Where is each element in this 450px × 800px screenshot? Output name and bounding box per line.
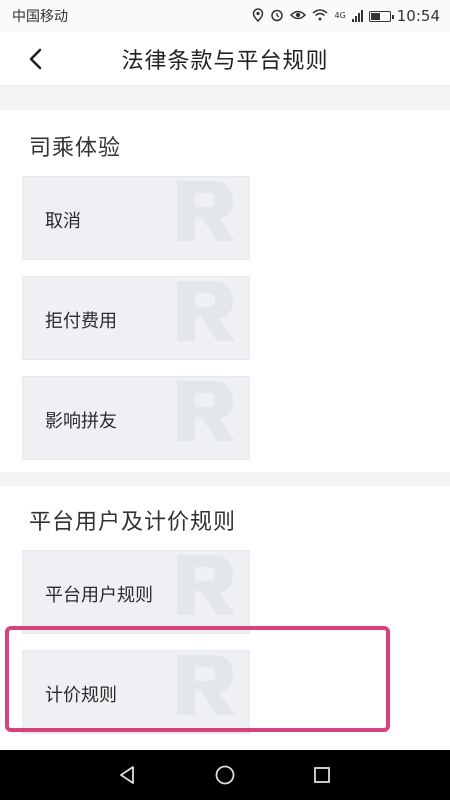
- eye-icon: [290, 9, 307, 24]
- rule-card-platform-user[interactable]: 平台用户规则: [22, 550, 250, 634]
- carrier-label: 中国移动: [12, 9, 68, 25]
- network-type-label: 4G: [334, 11, 346, 20]
- section-title: 司乘体验: [29, 136, 122, 161]
- system-home-button[interactable]: [205, 755, 245, 795]
- section-platform-pricing: 平台用户及计价规则 平台用户规则 计价规则: [0, 486, 450, 750]
- system-back-button[interactable]: [108, 755, 148, 795]
- chevron-left-icon: [29, 48, 42, 70]
- location-icon: [252, 7, 264, 25]
- back-triangle-icon: [120, 766, 135, 784]
- brand-logo-watermark-icon: [177, 181, 235, 241]
- recents-square-icon: [313, 767, 330, 783]
- brand-logo-watermark-icon: [177, 281, 235, 341]
- status-bar: 中国移动 4G 10:54: [0, 0, 450, 32]
- card-label: 拒付费用: [45, 311, 117, 332]
- section-ride-experience: 司乘体验 取消 拒付费用 影响拼友: [0, 110, 450, 472]
- section-divider: [0, 86, 450, 110]
- home-circle-icon: [215, 765, 235, 785]
- card-label: 计价规则: [45, 685, 117, 706]
- system-navigation-bar: [0, 750, 450, 800]
- brand-logo-watermark-icon: [177, 555, 235, 615]
- system-recents-button[interactable]: [302, 755, 342, 795]
- rule-card-pricing[interactable]: 计价规则: [22, 650, 250, 734]
- brand-logo-watermark-icon: [177, 655, 235, 715]
- rule-card-cancel[interactable]: 取消: [22, 176, 250, 260]
- alarm-icon: [270, 8, 284, 25]
- page-title: 法律条款与平台规则: [121, 48, 329, 74]
- nav-bar: 法律条款与平台规则: [0, 32, 450, 86]
- brand-logo-watermark-icon: [177, 381, 235, 441]
- card-label: 平台用户规则: [45, 585, 153, 606]
- section-title: 平台用户及计价规则: [29, 510, 237, 535]
- back-button[interactable]: [18, 42, 52, 76]
- signal-icon: [351, 10, 363, 22]
- wifi-icon: [312, 8, 328, 24]
- section-divider: [0, 472, 450, 486]
- battery-icon: [368, 10, 394, 22]
- card-label: 取消: [45, 211, 81, 232]
- rule-card-refuse-payment[interactable]: 拒付费用: [22, 276, 250, 360]
- card-label: 影响拼友: [45, 411, 117, 432]
- status-icons: 4G 10:54: [252, 7, 440, 25]
- clock-time: 10:54: [396, 7, 440, 25]
- rule-card-affect-carpool[interactable]: 影响拼友: [22, 376, 250, 460]
